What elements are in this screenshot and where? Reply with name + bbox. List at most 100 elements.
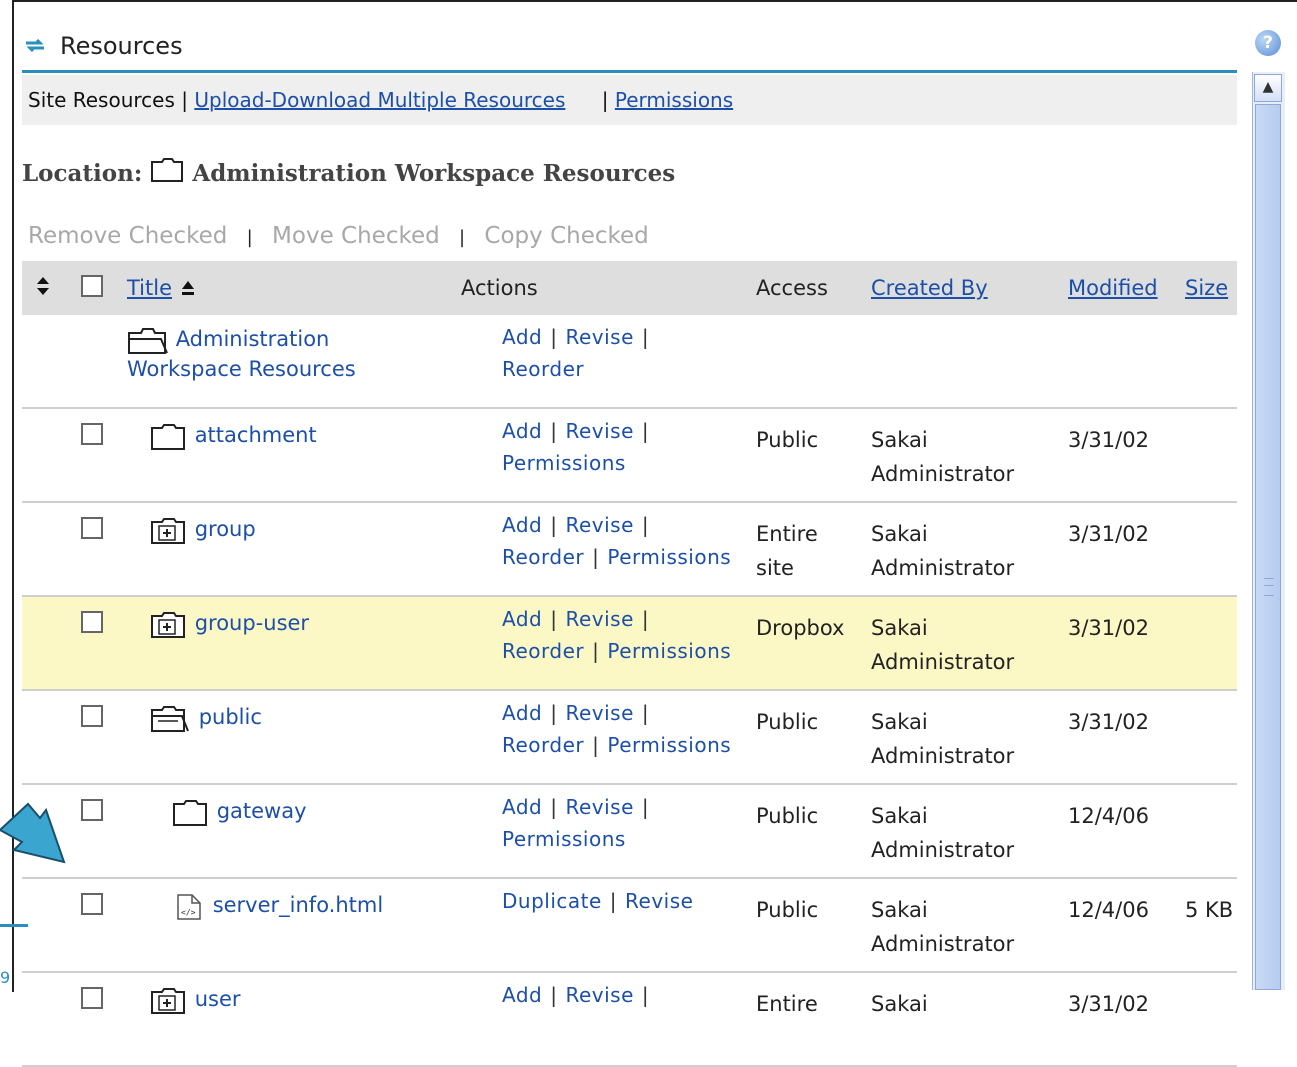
folder-open-icon[interactable]: [127, 327, 169, 357]
sort-updown-icon[interactable]: [36, 276, 50, 296]
scrollbar-thumb[interactable]: [1255, 104, 1281, 990]
row-checkbox[interactable]: [81, 517, 103, 539]
callout-arrow-icon: [0, 802, 66, 864]
add-link[interactable]: Add: [502, 983, 542, 1007]
size-value: [1184, 972, 1237, 1067]
remove-checked-action[interactable]: Remove Checked: [28, 223, 227, 249]
add-link[interactable]: Add: [502, 513, 542, 537]
upload-download-link[interactable]: Upload-Download Multiple Resources: [194, 88, 565, 112]
add-link[interactable]: Add: [502, 325, 542, 349]
row-checkbox[interactable]: [81, 423, 103, 445]
reorder-link[interactable]: Reorder: [502, 639, 584, 663]
access-value: Public: [755, 784, 870, 879]
row-title-link[interactable]: user: [195, 987, 241, 1011]
created-by-value: Sakai: [871, 710, 928, 734]
scroll-up-button[interactable]: ▲: [1254, 74, 1282, 102]
sort-created-by-link[interactable]: Created By: [871, 276, 988, 300]
size-value: [1184, 502, 1237, 597]
revise-link[interactable]: Revise: [565, 513, 633, 537]
size-value: [1184, 784, 1237, 879]
modified-value: 12/4/06: [1067, 878, 1184, 973]
add-link[interactable]: Add: [502, 795, 542, 819]
add-link[interactable]: Add: [502, 607, 542, 631]
move-checked-action[interactable]: Move Checked: [272, 223, 440, 249]
row-title-link[interactable]: attachment: [195, 423, 317, 447]
modified-value: 3/31/02: [1067, 596, 1184, 691]
resources-tool: Resources ? Site Resources | Upload-Down…: [22, 24, 1281, 1067]
row-title-link[interactable]: server_info.html: [213, 893, 384, 917]
revise-link[interactable]: Revise: [565, 701, 633, 725]
refresh-icon[interactable]: [22, 32, 48, 58]
access-value: Public: [755, 690, 870, 785]
table-row: group Add | Revise | Reorder | Permissions En…: [22, 502, 1237, 597]
created-by-value: Administrator: [871, 556, 1015, 580]
revise-link[interactable]: Revise: [565, 325, 633, 349]
separator: |: [246, 227, 253, 248]
table-row: </> server_info.html Duplicate | Revise Pu…: [22, 878, 1237, 973]
folder-plus-icon[interactable]: [150, 987, 188, 1015]
copy-checked-action[interactable]: Copy Checked: [484, 223, 648, 249]
folder-icon: [151, 158, 184, 182]
bulk-actions: Remove Checked | Move Checked | Copy Che…: [22, 201, 1237, 261]
created-by-value: Administrator: [871, 462, 1015, 486]
modified-value: 3/31/02: [1067, 690, 1184, 785]
permissions-link[interactable]: Permissions: [607, 545, 731, 569]
help-icon[interactable]: ?: [1255, 30, 1281, 56]
revise-link[interactable]: Revise: [565, 983, 633, 1007]
row-checkbox[interactable]: [81, 987, 103, 1009]
revise-link[interactable]: Revise: [565, 607, 633, 631]
sort-ascending-icon[interactable]: [179, 279, 197, 297]
root-title-line1[interactable]: Administration: [176, 327, 330, 351]
revise-link[interactable]: Revise: [625, 889, 693, 913]
row-title-link[interactable]: public: [199, 705, 262, 729]
add-link[interactable]: Add: [502, 701, 542, 725]
permissions-link[interactable]: Permissions: [502, 827, 626, 851]
row-checkbox[interactable]: [81, 799, 103, 821]
folder-plus-icon[interactable]: [150, 517, 188, 545]
size-value: [1184, 408, 1237, 503]
table-header-row: Title Actions Access Created By Modified…: [22, 261, 1237, 315]
tool-title-bar: Resources ?: [22, 24, 1281, 73]
access-value: site: [756, 556, 794, 580]
reorder-link[interactable]: Reorder: [502, 733, 584, 757]
row-checkbox[interactable]: [81, 893, 103, 915]
location-value: Administration Workspace Resources: [192, 160, 676, 187]
created-by-value: Sakai: [871, 428, 928, 452]
size-value: [1184, 596, 1237, 691]
permissions-link[interactable]: Permissions: [607, 639, 731, 663]
add-link[interactable]: Add: [502, 419, 542, 443]
created-by-value: Administrator: [871, 932, 1015, 956]
table-row: public Add | Revise | Reorder | Permissions P…: [22, 690, 1237, 785]
created-by-value: Administrator: [871, 744, 1015, 768]
duplicate-link[interactable]: Duplicate: [502, 889, 602, 913]
folder-open-icon[interactable]: [150, 705, 192, 733]
row-checkbox[interactable]: [81, 611, 103, 633]
sort-size-link[interactable]: Size: [1185, 276, 1228, 300]
accent-line: [0, 924, 28, 927]
sort-modified-link[interactable]: Modified: [1068, 276, 1158, 300]
revise-link[interactable]: Revise: [565, 419, 633, 443]
reorder-link[interactable]: Reorder: [502, 357, 584, 381]
created-by-value: Administrator: [871, 650, 1015, 674]
permissions-link[interactable]: Permissions: [615, 88, 733, 112]
table-row: user Add | Revise | Entire Sakai 3/31/02: [22, 972, 1237, 1067]
access-value: Public: [755, 878, 870, 973]
select-all-checkbox[interactable]: [81, 274, 103, 297]
row-title-link[interactable]: gateway: [217, 799, 307, 823]
created-by-value: Sakai: [871, 804, 928, 828]
reorder-link[interactable]: Reorder: [502, 545, 584, 569]
created-by-value: Sakai: [871, 898, 928, 922]
row-title-link[interactable]: group-user: [195, 611, 309, 635]
revise-link[interactable]: Revise: [565, 795, 633, 819]
row-checkbox[interactable]: [81, 705, 103, 727]
row-title-link[interactable]: group: [195, 517, 256, 541]
permissions-link[interactable]: Permissions: [502, 451, 626, 475]
expand-collapse-sort[interactable]: [22, 261, 80, 315]
permissions-link[interactable]: Permissions: [607, 733, 731, 757]
nav-separator: |: [181, 88, 189, 112]
separator: |: [459, 227, 466, 248]
root-title-line2[interactable]: Workspace Resources: [127, 357, 356, 381]
folder-plus-icon[interactable]: [150, 611, 188, 639]
folder-icon: [173, 800, 207, 826]
sort-title-link[interactable]: Title: [127, 276, 172, 300]
